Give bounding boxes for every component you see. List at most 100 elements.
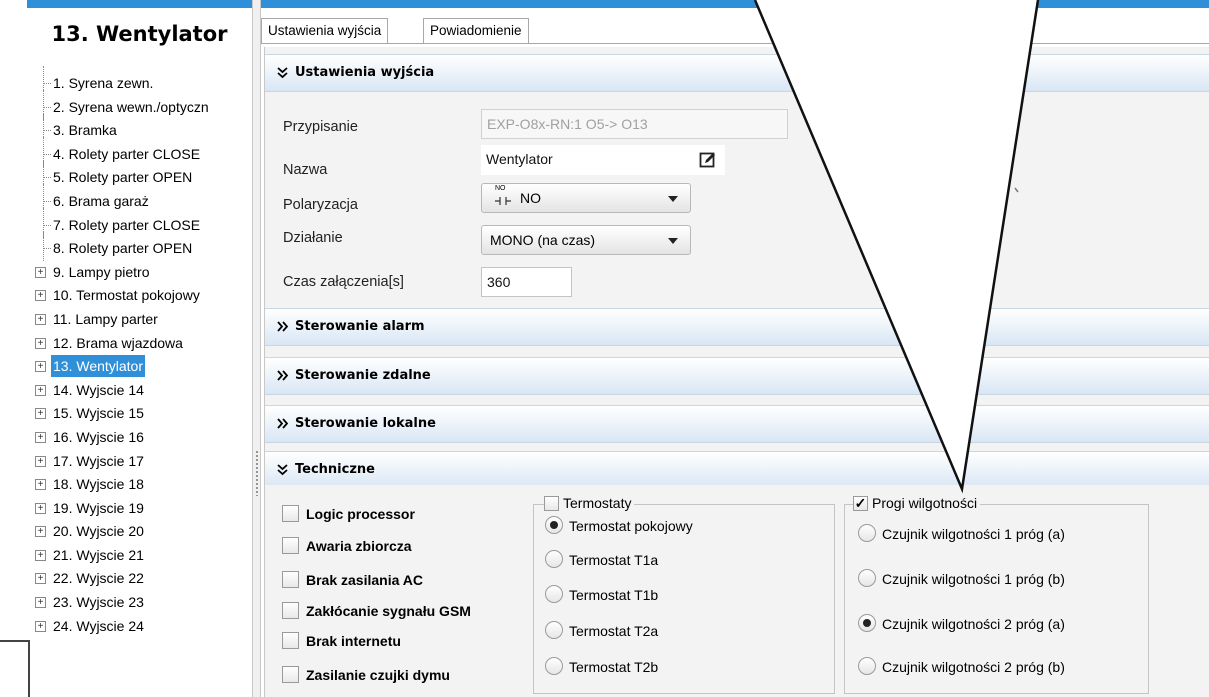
- section-local-control[interactable]: Sterowanie lokalne: [265, 405, 1209, 443]
- expand-tree-icon[interactable]: +: [35, 408, 46, 420]
- edit-icon[interactable]: [699, 151, 717, 169]
- expand-tree-icon[interactable]: +: [35, 290, 46, 302]
- check-icon: ✓: [854, 494, 867, 511]
- expand-tree-icon[interactable]: +: [35, 597, 46, 609]
- tree-item[interactable]: +12. Brama wjazdowa: [33, 332, 252, 356]
- tree-item[interactable]: 6. Brama garaż: [33, 184, 252, 214]
- tree-connector: [39, 89, 51, 120]
- tree-item[interactable]: 3. Bramka: [33, 113, 252, 143]
- checkbox-label: Awaria zbiorcza: [306, 538, 412, 554]
- section-remote-control[interactable]: Sterowanie zdalne: [265, 357, 1209, 395]
- tree-item[interactable]: 7. Rolety parter CLOSE: [33, 207, 252, 238]
- expand-tree-icon[interactable]: +: [35, 431, 46, 443]
- checkbox-label: Zasilanie czujki dymu: [306, 667, 450, 683]
- tree-item-label: 16. Wyjscie 16: [53, 428, 144, 445]
- section-title: Techniczne: [295, 462, 375, 477]
- name-field[interactable]: Wentylator: [481, 145, 725, 175]
- radio-button[interactable]: [858, 657, 876, 675]
- tree-item[interactable]: +23. Wyjscie 23: [33, 591, 252, 615]
- expand-tree-icon[interactable]: +: [35, 313, 46, 325]
- radio-button[interactable]: [545, 621, 563, 639]
- tree-item-label: 9. Lampy pietro: [53, 263, 150, 280]
- tree-connector: [39, 207, 51, 238]
- tree-item-label: 18. Wyjscie 18: [53, 476, 144, 493]
- thermostats-legend[interactable]: Termostaty: [544, 494, 635, 512]
- expand-tree-icon[interactable]: +: [35, 361, 46, 373]
- humidity-checkbox[interactable]: ✓: [853, 494, 868, 511]
- radio-label: Czujnik wilgotności 1 próg (a): [882, 526, 1065, 542]
- tree-item[interactable]: +11. Lampy parter: [33, 308, 252, 332]
- polarization-select[interactable]: NO NO: [481, 183, 691, 213]
- tab-notification[interactable]: Powiadomienie: [423, 18, 529, 44]
- tree-item[interactable]: +14. Wyjscie 14: [33, 379, 252, 403]
- expand-tree-icon[interactable]: +: [35, 384, 46, 396]
- tree-item[interactable]: 1. Syrena zewn.: [33, 66, 252, 96]
- chevron-down-icon: [668, 196, 678, 202]
- radio-button[interactable]: [858, 524, 876, 542]
- tree-item[interactable]: +10. Termostat pokojowy: [33, 284, 252, 308]
- tree-item-label: 11. Lampy parter: [53, 310, 158, 327]
- expand-tree-icon[interactable]: +: [35, 526, 46, 538]
- section-output-settings[interactable]: Ustawienia wyjścia: [265, 54, 1209, 92]
- tree-item[interactable]: +18. Wyjscie 18: [33, 473, 252, 497]
- tree-connector: [39, 113, 51, 143]
- tree-item[interactable]: 5. Rolety parter OPEN: [33, 160, 252, 190]
- tree-item[interactable]: 8. Rolety parter OPEN: [33, 231, 252, 261]
- radio-button[interactable]: [545, 550, 563, 568]
- checkbox-box[interactable]: [282, 666, 299, 683]
- tree-item[interactable]: +24. Wyjscie 24: [33, 615, 252, 639]
- expand-tree-icon[interactable]: +: [35, 337, 46, 349]
- section-alarm-control[interactable]: Sterowanie alarm: [265, 308, 1209, 346]
- tree-item[interactable]: +9. Lampy pietro: [33, 261, 252, 285]
- checkbox-box[interactable]: [282, 602, 299, 619]
- expand-tree-icon[interactable]: +: [35, 455, 46, 467]
- radio-button[interactable]: [545, 657, 563, 675]
- tree-item[interactable]: +16. Wyjscie 16: [33, 426, 252, 450]
- expand-tree-icon[interactable]: +: [35, 549, 46, 561]
- expand-tree-icon[interactable]: +: [35, 479, 46, 491]
- radio-button[interactable]: [545, 516, 563, 534]
- section-technical[interactable]: Techniczne: [265, 451, 1209, 489]
- output-tree: 1. Syrena zewn. 2. Syrena wewn./optyczn 3.…: [33, 66, 252, 639]
- tree-item[interactable]: 4. Rolety parter CLOSE: [33, 136, 252, 167]
- tree-item-label: 10. Termostat pokojowy: [53, 287, 200, 304]
- tree-item-label: 20. Wyjscie 20: [53, 523, 144, 540]
- radio-label: Termostat pokojowy: [569, 518, 693, 534]
- tree-item-label: 14. Wyjscie 14: [53, 381, 144, 398]
- collapse-icon: [277, 55, 288, 94]
- tree-item[interactable]: +20. Wyjscie 20: [33, 520, 252, 544]
- radio-button[interactable]: [858, 569, 876, 587]
- tree-item[interactable]: +19. Wyjscie 19: [33, 497, 252, 521]
- expand-tree-icon[interactable]: +: [35, 620, 46, 632]
- expand-tree-icon[interactable]: +: [35, 573, 46, 585]
- radio-label: Czujnik wilgotności 2 próg (a): [882, 616, 1065, 632]
- tree-item[interactable]: +21. Wyjscie 21: [33, 544, 252, 568]
- radio-button[interactable]: [858, 614, 876, 632]
- radio-label: Termostat T1a: [569, 552, 659, 568]
- tree-item[interactable]: 2. Syrena wewn./optyczn: [33, 89, 252, 120]
- checkbox-box[interactable]: [282, 632, 299, 649]
- tree-item-label: 23. Wyjscie 23: [53, 594, 144, 611]
- tab-output-settings[interactable]: Ustawienia wyjścia: [261, 18, 389, 44]
- tree-item[interactable]: +22. Wyjscie 22: [33, 567, 252, 591]
- thermostats-group: Termostaty Termostat pokojowy Termostat …: [533, 494, 835, 694]
- tree-item-label: 6. Brama garaż: [53, 192, 149, 209]
- tree-item[interactable]: +13. Wentylator: [33, 355, 252, 379]
- humidity-legend[interactable]: ✓ Progi wilgotności: [853, 494, 981, 512]
- checkbox-box[interactable]: [282, 571, 299, 588]
- checkbox-box[interactable]: [282, 505, 299, 522]
- tree-item[interactable]: +15. Wyjscie 15: [33, 402, 252, 426]
- checkbox-box[interactable]: [282, 537, 299, 554]
- thermostats-checkbox[interactable]: [544, 495, 559, 511]
- radio-button[interactable]: [545, 585, 563, 603]
- splitter-grip[interactable]: [255, 450, 259, 496]
- expand-tree-icon[interactable]: +: [35, 502, 46, 514]
- tree-item[interactable]: +17. Wyjscie 17: [33, 450, 252, 474]
- on-time-input[interactable]: 360: [481, 267, 572, 297]
- action-select[interactable]: MONO (na czas): [481, 225, 691, 255]
- expand-icon: [277, 309, 289, 347]
- radio-label: Termostat T2a: [569, 623, 659, 639]
- panel-splitter[interactable]: [252, 0, 261, 697]
- expand-tree-icon[interactable]: +: [35, 266, 46, 278]
- section-title: Ustawienia wyjścia: [295, 65, 435, 80]
